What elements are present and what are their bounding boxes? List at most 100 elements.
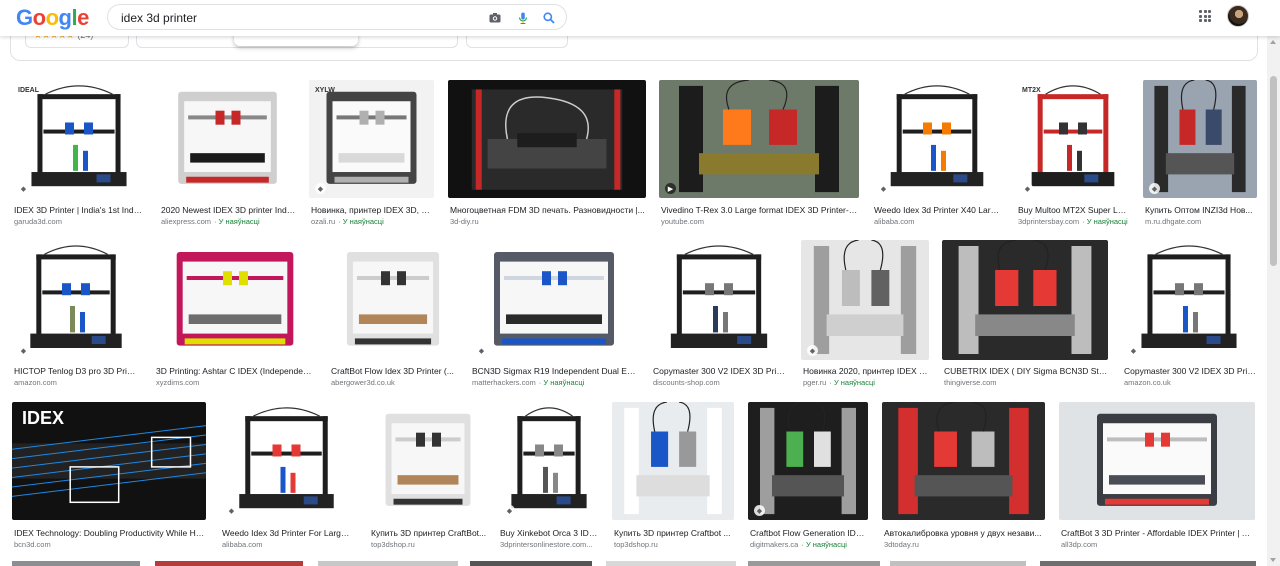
- search-icon[interactable]: [542, 11, 556, 25]
- scroll-up-arrow-icon[interactable]: [1270, 40, 1276, 44]
- result-thumbnail[interactable]: [369, 402, 487, 520]
- result-thumbnail[interactable]: [801, 240, 929, 360]
- result-title[interactable]: Weedo Idex 3d Printer For Large 3...: [222, 528, 353, 538]
- image-result[interactable]: Многоцветная FDM 3D печать. Разновидност…: [448, 80, 646, 229]
- image-result[interactable]: CraftBot Flow Idex 3D Printer (... abergo…: [329, 240, 457, 390]
- result-thumbnail[interactable]: [220, 402, 353, 520]
- result-thumbnail[interactable]: [159, 80, 296, 198]
- source-domain: thingiverse.com: [944, 378, 997, 387]
- result-title[interactable]: Автокалибровка уровня у двух незави...: [884, 528, 1045, 538]
- result-title[interactable]: Copymaster 300 V2 IDEX 3D Printer: [1124, 366, 1256, 376]
- image-result[interactable]: ◆ HICTOP Tenlog D3 pro 3D Print... amazon.…: [12, 240, 140, 390]
- result-thumbnail[interactable]: [329, 240, 457, 360]
- result-thumbnail[interactable]: [1122, 240, 1256, 360]
- image-result[interactable]: ◆ Weedo Idex 3d Printer For Large 3... ali…: [220, 402, 353, 552]
- result-thumbnail[interactable]: [12, 240, 140, 360]
- image-result[interactable]: CUBETRIX IDEX ( DIY Sigma BCN3D Style ..…: [942, 240, 1108, 390]
- scroll-down-arrow-icon[interactable]: [1270, 558, 1276, 562]
- image-result[interactable]: ◆ Новинка 2020, принтер IDEX 3... pger.ru ·…: [801, 240, 929, 390]
- image-result[interactable]: Купить 3D принтер CraftBot... top3dshop.r…: [369, 402, 487, 552]
- logo-letter: o: [32, 5, 46, 30]
- result-thumbnail[interactable]: XYLW: [309, 80, 434, 198]
- source-domain: aliexpress.com: [161, 217, 212, 226]
- result-title[interactable]: Buy Multoo MT2X Super Lar...: [1018, 205, 1130, 215]
- image-result[interactable]: XYLW ◆ Новинка, принтер IDEX 3D, Не... ozal…: [309, 80, 434, 229]
- result-title[interactable]: Купить 3D принтер Craftbot ...: [614, 528, 734, 538]
- result-title[interactable]: 2020 Newest IDEX 3D printer Inde...: [161, 205, 296, 215]
- account-avatar[interactable]: [1227, 5, 1249, 27]
- video-play-icon: ▶: [665, 183, 676, 194]
- image-result[interactable]: 3D Printing: Ashtar C IDEX (Independent …: [154, 240, 316, 390]
- result-title[interactable]: Buy Xinkebot Orca 3 IDE...: [500, 528, 600, 538]
- image-result[interactable]: MT2X ◆ Buy Multoo MT2X Super Lar... 3dprint…: [1016, 80, 1130, 229]
- result-thumbnail[interactable]: [1059, 402, 1255, 520]
- result-thumbnail[interactable]: [448, 80, 646, 198]
- image-result[interactable]: ◆ Купить Оптом INZI3d Нов... m.ru.dhgate.c…: [1143, 80, 1257, 229]
- result-thumbnail[interactable]: IDEAL: [12, 80, 146, 198]
- result-thumbnail[interactable]: [651, 240, 787, 360]
- result-thumbnail[interactable]: [470, 240, 638, 360]
- result-title[interactable]: Vivedino T-Rex 3.0 Large format IDEX 3D …: [661, 205, 859, 215]
- result-title[interactable]: Многоцветная FDM 3D печать. Разновидност…: [450, 205, 646, 215]
- source-domain: matterhackers.com: [472, 378, 536, 387]
- microphone-icon[interactable]: [516, 11, 530, 25]
- result-source: alibaba.com: [222, 540, 353, 549]
- result-title[interactable]: IDEX Technology: Doubling Productivity W…: [14, 528, 206, 538]
- image-result[interactable]: ◆ Copymaster 300 V2 IDEX 3D Printer amazon…: [1122, 240, 1256, 390]
- result-title[interactable]: Новинка 2020, принтер IDEX 3...: [803, 366, 929, 376]
- search-box[interactable]: idex 3d printer: [107, 4, 567, 30]
- result-title[interactable]: Купить 3D принтер CraftBot...: [371, 528, 487, 538]
- result-title[interactable]: CUBETRIX IDEX ( DIY Sigma BCN3D Style ..…: [944, 366, 1108, 376]
- google-logo[interactable]: Google: [16, 5, 89, 31]
- image-result[interactable]: Copymaster 300 V2 IDEX 3D Printer discoun…: [651, 240, 787, 390]
- result-thumbnail[interactable]: [154, 240, 316, 360]
- product-tag-icon: ◆: [878, 183, 889, 194]
- printer-image: [659, 80, 859, 198]
- result-thumbnail[interactable]: IDEX: [12, 402, 206, 520]
- search-input[interactable]: idex 3d printer: [121, 11, 197, 25]
- camera-icon[interactable]: [488, 11, 502, 25]
- result-title[interactable]: 3D Printing: Ashtar C IDEX (Independent …: [156, 366, 316, 376]
- scrollbar-thumb[interactable]: [1270, 76, 1277, 266]
- result-title[interactable]: CraftBot 3 3D Printer - Affordable IDEX …: [1061, 528, 1255, 538]
- result-thumbnail[interactable]: [659, 80, 859, 198]
- source-domain: all3dp.com: [1061, 540, 1098, 549]
- image-result[interactable]: ◆ Buy Xinkebot Orca 3 IDE... 3dprintersonl…: [498, 402, 600, 552]
- image-result[interactable]: IDEAL ◆ IDEX 3D Printer | India's 1st Inde…: [12, 80, 146, 229]
- result-title[interactable]: Купить Оптом INZI3d Нов...: [1145, 205, 1257, 215]
- result-source: amazon.com: [14, 378, 140, 387]
- image-result[interactable]: ◆ Weedo Idex 3d Printer X40 Larg... alibab…: [872, 80, 1002, 229]
- image-result[interactable]: CraftBot 3 3D Printer - Affordable IDEX …: [1059, 402, 1255, 552]
- image-result[interactable]: Купить 3D принтер Craftbot ... top3dshop.…: [612, 402, 734, 552]
- result-thumb-partial: [155, 561, 303, 566]
- result-thumbnail[interactable]: [498, 402, 600, 520]
- image-result[interactable]: IDEX IDEX Technology: Doubling Productivi…: [12, 402, 206, 552]
- result-title[interactable]: Weedo Idex 3d Printer X40 Larg...: [874, 205, 1002, 215]
- image-result[interactable]: ◆ BCN3D Sigmax R19 Independent Dual Extr.…: [470, 240, 638, 390]
- result-title[interactable]: Craftbot Flow Generation IDE...: [750, 528, 868, 538]
- result-thumbnail[interactable]: [748, 402, 868, 520]
- apps-grid-icon[interactable]: [1199, 10, 1211, 22]
- image-result[interactable]: 2020 Newest IDEX 3D printer Inde... aliex…: [159, 80, 296, 229]
- result-thumbnail[interactable]: [1143, 80, 1257, 198]
- result-source: garuda3d.com: [14, 217, 146, 226]
- image-result[interactable]: ▶ Vivedino T-Rex 3.0 Large format IDEX 3D…: [659, 80, 859, 229]
- source-domain: discounts-shop.com: [653, 378, 720, 387]
- result-thumbnail[interactable]: [942, 240, 1108, 360]
- result-title[interactable]: CraftBot Flow Idex 3D Printer (...: [331, 366, 457, 376]
- result-title[interactable]: BCN3D Sigmax R19 Independent Dual Extr..…: [472, 366, 638, 376]
- result-title[interactable]: HICTOP Tenlog D3 pro 3D Print...: [14, 366, 140, 376]
- page-scrollbar[interactable]: [1267, 36, 1280, 566]
- result-title[interactable]: Новинка, принтер IDEX 3D, Не...: [311, 205, 434, 215]
- result-title[interactable]: Copymaster 300 V2 IDEX 3D Printer: [653, 366, 787, 376]
- image-result[interactable]: Автокалибровка уровня у двух незави... 3d…: [882, 402, 1045, 552]
- result-thumbnail[interactable]: [612, 402, 734, 520]
- result-title[interactable]: IDEX 3D Printer | India's 1st Indep...: [14, 205, 146, 215]
- image-result[interactable]: ◆ Craftbot Flow Generation IDE... digitmak…: [748, 402, 868, 552]
- printer-image: XYLW: [309, 80, 434, 198]
- result-source: abergower3d.co.uk: [331, 378, 457, 387]
- result-thumbnail[interactable]: MT2X: [1016, 80, 1130, 198]
- result-thumbnail[interactable]: [882, 402, 1045, 520]
- result-thumbnail[interactable]: [872, 80, 1002, 198]
- printer-image: [220, 402, 353, 520]
